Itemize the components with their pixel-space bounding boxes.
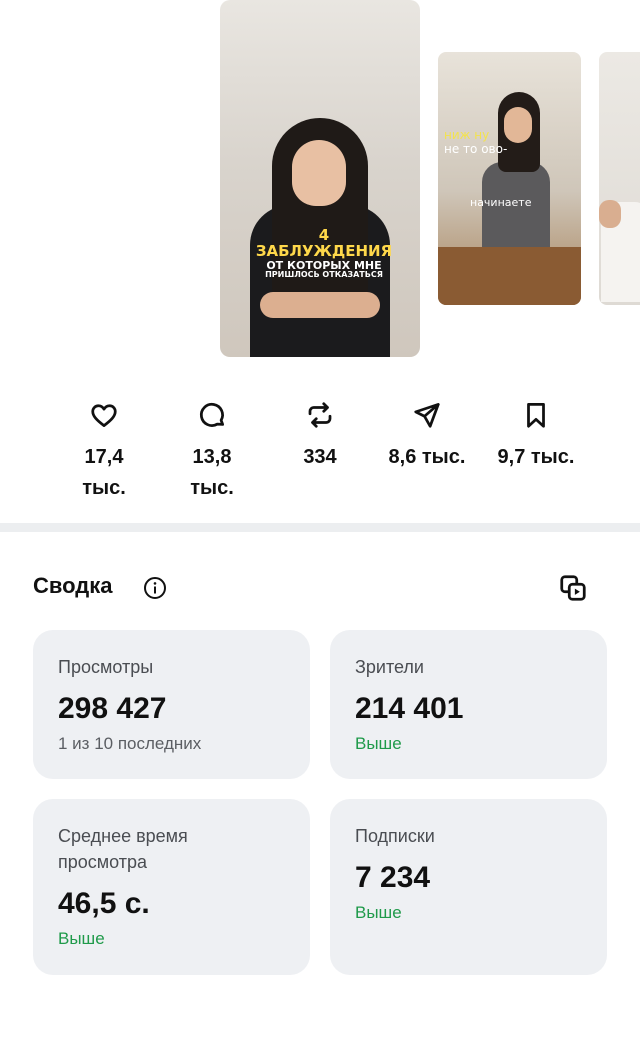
- repost-action[interactable]: 334: [280, 400, 360, 473]
- card-value: 298 427: [58, 692, 167, 725]
- overlay-line-3: пришлось отказаться: [265, 270, 383, 280]
- copy-icon[interactable]: [558, 573, 588, 603]
- share-count: 8,6 тыс.: [388, 446, 466, 468]
- comment-icon: [199, 402, 224, 427]
- card-label: Подписки: [355, 826, 435, 846]
- reel-thumbnail-main[interactable]: 4 заблуждения от которых мне пришлось от…: [220, 0, 420, 357]
- person-face: [292, 140, 346, 206]
- kitchen-table: [438, 247, 581, 305]
- share-icon: [414, 403, 440, 428]
- card-note: 1 из 10 последних: [58, 734, 202, 753]
- like-action[interactable]: 17,4 тыс.: [62, 400, 146, 504]
- reel-thumbnail-3[interactable]: [599, 52, 640, 305]
- card-note: Выше: [355, 734, 402, 753]
- card-note: Выше: [355, 903, 402, 922]
- heart-icon: [91, 404, 117, 427]
- avg-watch-time-card[interactable]: Среднее время просмотра 46,5 с. Выше: [33, 799, 310, 975]
- reels-thumbnails: 4 заблуждения от которых мне пришлось от…: [0, 0, 640, 370]
- share-action[interactable]: 8,6 тыс.: [378, 400, 476, 473]
- comment-count: 13,8 тыс.: [190, 446, 234, 499]
- section-divider: [0, 523, 640, 532]
- overlay-yellow-text: ниж ну: [444, 128, 490, 142]
- card-value: 46,5 с.: [58, 887, 150, 920]
- card-value: 7 234: [355, 861, 431, 894]
- card-label: Просмотры: [58, 657, 154, 677]
- card-label: Зрители: [355, 657, 424, 677]
- save-action[interactable]: 9,7 тыс.: [488, 400, 584, 473]
- person-hand: [599, 200, 621, 228]
- repost-count: 334: [303, 446, 337, 468]
- overlay-caption: начинаете: [470, 196, 532, 209]
- card-value: 214 401: [355, 692, 464, 725]
- overlay-white-text: не то ово-: [444, 142, 508, 156]
- overlay-line-1: 4 заблуждения: [255, 226, 393, 260]
- thumbnail-overlay-text: 4 заблуждения от которых мне пришлось от…: [254, 226, 394, 280]
- summary-title: Сводка: [33, 573, 113, 598]
- person-hands: [260, 292, 380, 318]
- comment-action[interactable]: 13,8 тыс.: [170, 400, 254, 504]
- views-card[interactable]: Просмотры 298 427 1 из 10 последних: [33, 630, 310, 779]
- card-note: Выше: [58, 929, 105, 948]
- bookmark-icon: [527, 403, 545, 428]
- save-count: 9,7 тыс.: [497, 446, 575, 468]
- reel-thumbnail-2[interactable]: ниж ну не то ово- начинаете: [438, 52, 581, 305]
- follows-card[interactable]: Подписки 7 234 Выше: [330, 799, 607, 975]
- card-label: Среднее время просмотра: [58, 826, 188, 872]
- repost-icon: [308, 402, 332, 428]
- like-count: 17,4 тыс.: [82, 446, 126, 499]
- viewers-card[interactable]: Зрители 214 401 Выше: [330, 630, 607, 779]
- info-icon[interactable]: [143, 576, 167, 600]
